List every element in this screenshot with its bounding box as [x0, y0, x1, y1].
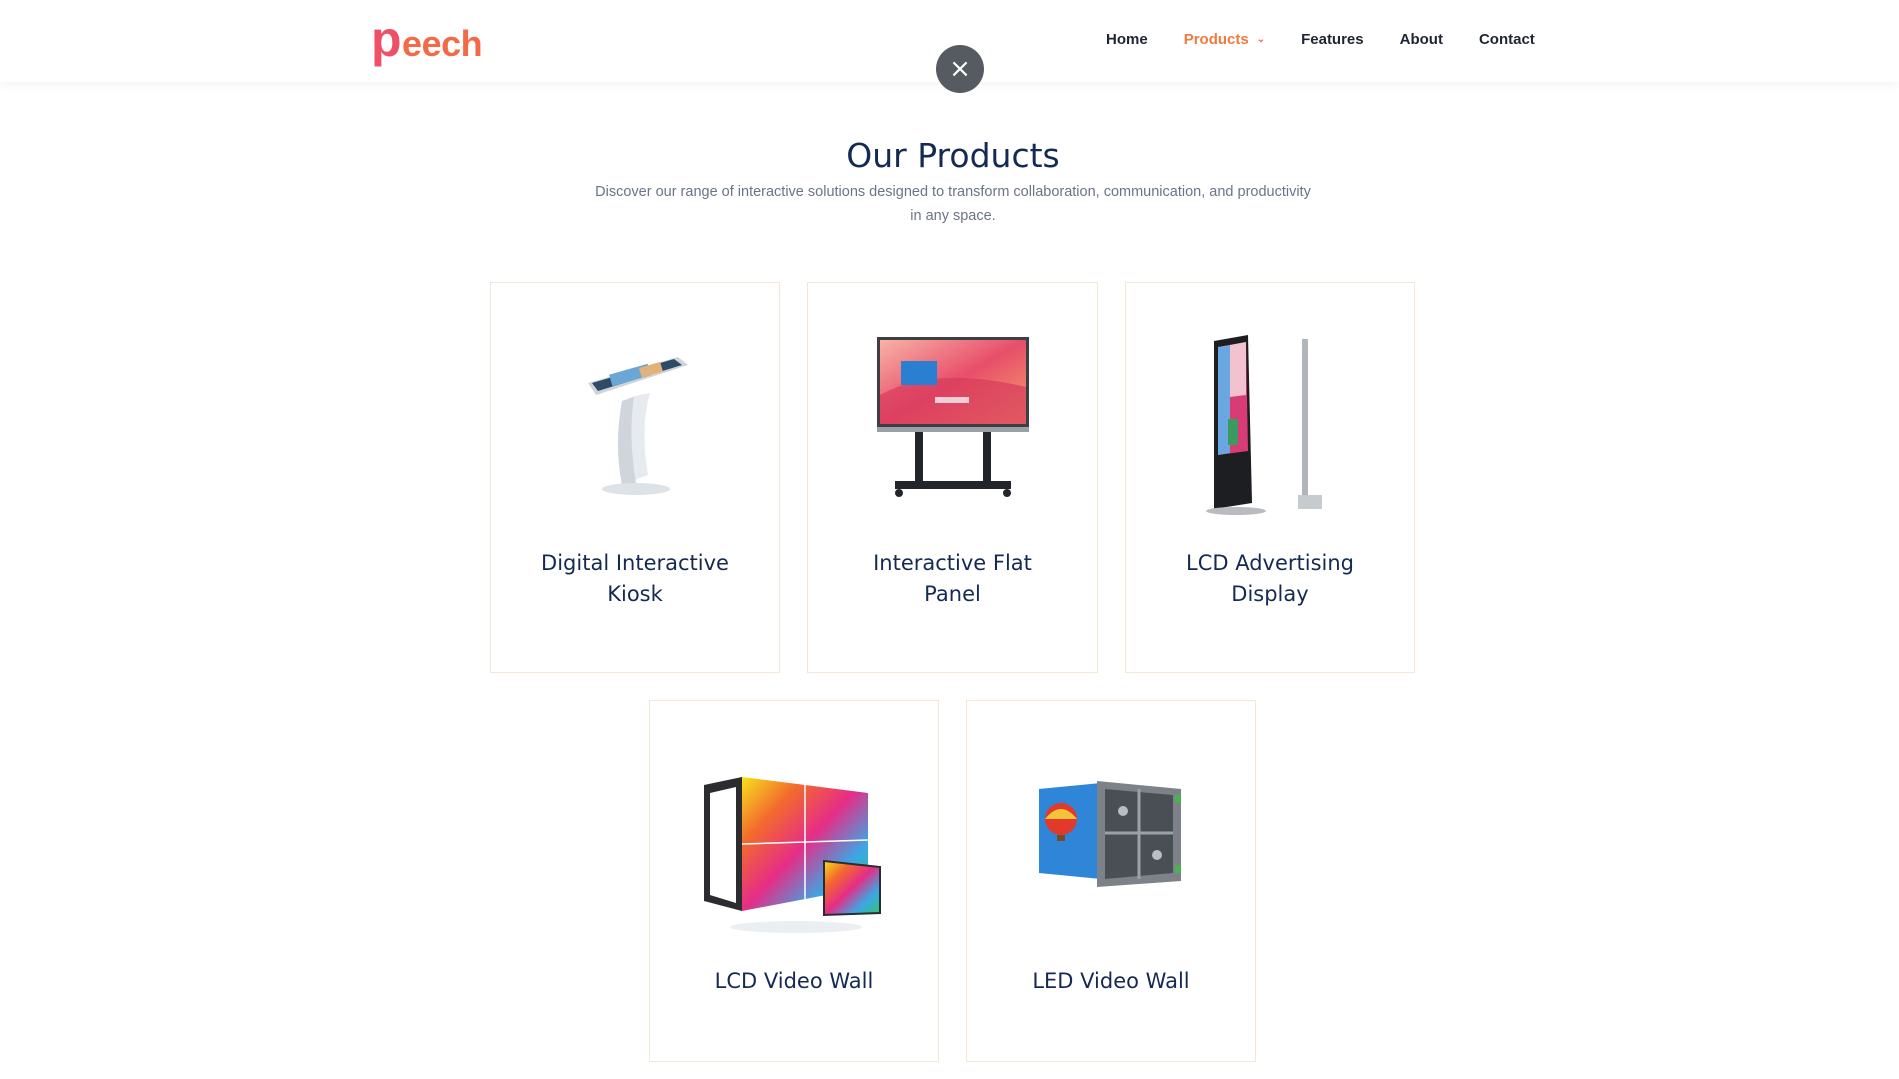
lcd-video-wall-image — [650, 775, 938, 945]
nav-home[interactable]: Home — [1106, 31, 1148, 48]
flat-panel-image — [808, 335, 1097, 505]
product-card-advertising-display[interactable]: LCD Advertising Display — [1125, 282, 1415, 673]
logo-text: eech — [402, 23, 483, 64]
peech-logo[interactable]: p eech — [371, 11, 483, 67]
main-nav: Home Products ⌄ Features About Contact — [1106, 31, 1535, 48]
advertising-display-image — [1126, 335, 1414, 515]
product-card-kiosk[interactable]: Digital Interactive Kiosk — [490, 282, 780, 673]
product-name: LED Video Wall — [1032, 969, 1190, 993]
kiosk-image — [491, 335, 779, 505]
close-button[interactable]: × — [936, 45, 984, 93]
section-subtitle: Discover our range of interactive soluti… — [595, 184, 1311, 224]
product-name: LCD Video Wall — [714, 969, 874, 993]
nav-contact[interactable]: Contact — [1479, 31, 1535, 48]
nav-products[interactable]: Products ⌄ — [1184, 31, 1265, 48]
logo-initial: p — [371, 11, 402, 67]
product-card-led-video-wall[interactable]: LED Video Wall — [966, 700, 1256, 1062]
product-name: Digital Interactive Kiosk — [541, 551, 729, 606]
product-name: Interactive Flat Panel — [873, 551, 1032, 606]
product-card-flat-panel[interactable]: Interactive Flat Panel — [807, 282, 1098, 673]
product-card-lcd-video-wall[interactable]: LCD Video Wall — [649, 700, 939, 1062]
nav-products-label: Products — [1183, 31, 1249, 48]
product-name: LCD Advertising Display — [1186, 551, 1354, 606]
chevron-down-icon: ⌄ — [1256, 34, 1266, 45]
led-video-wall-image — [967, 775, 1255, 945]
close-icon: × — [949, 54, 971, 84]
section-title: Our Products — [846, 136, 1060, 175]
nav-features[interactable]: Features — [1301, 31, 1364, 48]
nav-about[interactable]: About — [1400, 31, 1443, 48]
